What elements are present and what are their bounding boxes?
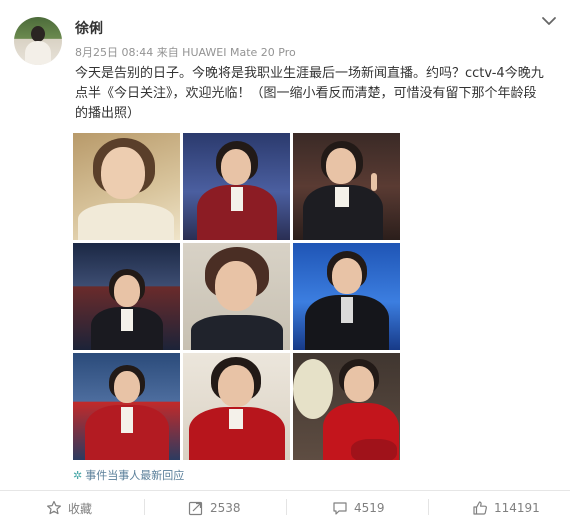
weibo-post-card: 徐俐 8月25日 08:44 来自 HUAWEI Mate 20 Pro 今天是… bbox=[0, 0, 570, 523]
chevron-down-icon[interactable] bbox=[540, 12, 558, 30]
photo-thumbnail[interactable] bbox=[73, 133, 180, 240]
action-separator bbox=[428, 499, 429, 515]
comment-count: 4519 bbox=[354, 501, 385, 515]
photo-thumbnail[interactable] bbox=[293, 243, 400, 350]
photo-thumbnail[interactable] bbox=[183, 243, 290, 350]
gear-flower-icon: ✲ bbox=[73, 469, 83, 482]
photo-thumbnail[interactable] bbox=[73, 243, 180, 350]
post-text: 今天是告别的日子。今晚将是我职业生涯最后一场新闻直播。约吗？cctv-4今晚九点… bbox=[75, 66, 544, 121]
repost-icon bbox=[188, 501, 203, 516]
event-response-link[interactable]: ✲ 事件当事人最新回应 bbox=[73, 467, 184, 483]
like-button[interactable]: 114191 bbox=[472, 498, 540, 518]
repost-count: 2538 bbox=[210, 501, 241, 515]
repost-button[interactable]: 2538 bbox=[188, 498, 241, 518]
star-icon bbox=[47, 500, 61, 515]
username[interactable]: 徐俐 bbox=[75, 18, 103, 38]
user-avatar[interactable] bbox=[14, 17, 62, 65]
photo-thumbnail[interactable] bbox=[293, 353, 400, 460]
photo-thumbnail[interactable] bbox=[183, 353, 290, 460]
post-meta: 8月25日 08:44 来自 HUAWEI Mate 20 Pro bbox=[75, 46, 296, 59]
action-separator bbox=[144, 499, 145, 515]
action-separator bbox=[286, 499, 287, 515]
thumbs-up-icon bbox=[473, 501, 487, 515]
divider bbox=[0, 490, 570, 491]
favorite-label: 收藏 bbox=[68, 501, 93, 516]
photo-thumbnail[interactable] bbox=[73, 353, 180, 460]
comment-button[interactable]: 4519 bbox=[332, 498, 385, 518]
like-count: 114191 bbox=[494, 501, 540, 515]
photo-thumbnail[interactable] bbox=[183, 133, 290, 240]
photo-thumbnail[interactable] bbox=[293, 133, 400, 240]
comment-icon bbox=[333, 502, 347, 515]
photo-grid bbox=[73, 133, 400, 460]
favorite-button[interactable]: 收藏 bbox=[46, 498, 92, 518]
